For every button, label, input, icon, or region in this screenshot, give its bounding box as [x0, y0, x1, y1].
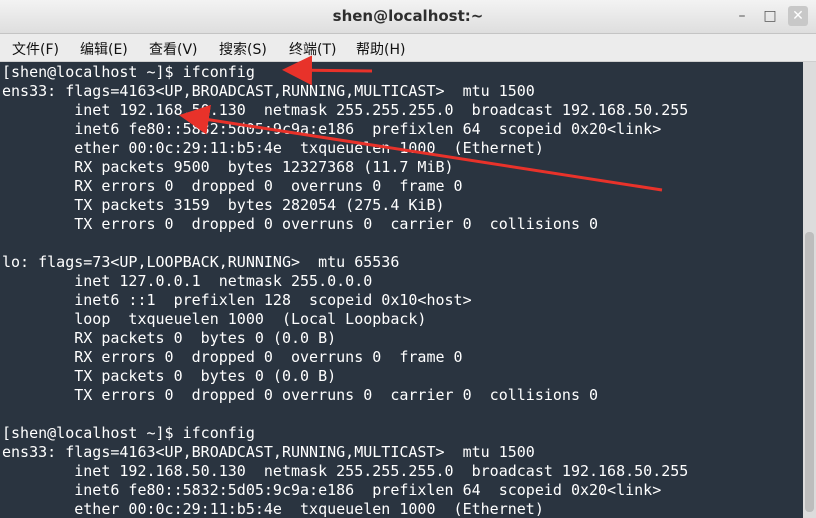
- terminal-line: inet6 fe80::5832:5d05:9c9a:e186 prefixle…: [2, 481, 662, 499]
- terminal-line: TX errors 0 dropped 0 overruns 0 carrier…: [2, 215, 599, 233]
- terminal-line: RX errors 0 dropped 0 overruns 0 frame 0: [2, 348, 463, 366]
- terminal-line: ens33: flags=4163<UP,BROADCAST,RUNNING,M…: [2, 443, 535, 461]
- terminal-line: inet 192.168.50.130 netmask 255.255.255.…: [2, 101, 689, 119]
- terminal-line: RX packets 9500 bytes 12327368 (11.7 MiB…: [2, 158, 454, 176]
- terminal-line: inet 192.168.50.130 netmask 255.255.255.…: [2, 462, 689, 480]
- terminal-line: RX packets 0 bytes 0 (0.0 B): [2, 329, 337, 347]
- terminal-line: [shen@localhost ~]$ ifconfig: [2, 424, 255, 442]
- terminal-line: TX errors 0 dropped 0 overruns 0 carrier…: [2, 386, 599, 404]
- terminal-line: inet 127.0.0.1 netmask 255.0.0.0: [2, 272, 373, 290]
- close-icon[interactable]: ✕: [788, 6, 808, 26]
- terminal-line: ether 00:0c:29:11:b5:4e txqueuelen 1000 …: [2, 500, 544, 518]
- menu-file[interactable]: 文件(F): [12, 39, 59, 59]
- menu-search[interactable]: 搜索(S): [219, 39, 267, 59]
- terminal-line: TX packets 0 bytes 0 (0.0 B): [2, 367, 337, 385]
- scrollbar-thumb[interactable]: [805, 232, 814, 512]
- terminal-line: ether 00:0c:29:11:b5:4e txqueuelen 1000 …: [2, 139, 544, 157]
- terminal-line: lo: flags=73<UP,LOOPBACK,RUNNING> mtu 65…: [2, 253, 400, 271]
- menu-view[interactable]: 查看(V): [149, 39, 198, 59]
- scrollbar[interactable]: [803, 62, 816, 518]
- terminal-line: loop txqueuelen 1000 (Local Loopback): [2, 310, 427, 328]
- terminal-line: inet6 fe80::5832:5d05:9c9a:e186 prefixle…: [2, 120, 662, 138]
- terminal-line: RX errors 0 dropped 0 overruns 0 frame 0: [2, 177, 463, 195]
- menu-help[interactable]: 帮助(H): [356, 39, 405, 59]
- menu-edit[interactable]: 编辑(E): [80, 39, 128, 59]
- terminal-output[interactable]: [shen@localhost ~]$ ifconfig ens33: flags…: [0, 62, 803, 518]
- menu-terminal[interactable]: 终端(T): [289, 39, 336, 59]
- minimize-icon[interactable]: –: [732, 6, 752, 26]
- terminal-line: TX packets 3159 bytes 282054 (275.4 KiB): [2, 196, 445, 214]
- terminal-line: inet6 ::1 prefixlen 128 scopeid 0x10<hos…: [2, 291, 472, 309]
- terminal-text: [shen@localhost ~]$ ifconfig ens33: flags…: [2, 63, 688, 518]
- window-titlebar[interactable]: shen@localhost:~ – □ ✕: [0, 0, 816, 34]
- maximize-icon[interactable]: □: [760, 6, 780, 26]
- menu-bar: 文件(F) 编辑(E) 查看(V) 搜索(S) 终端(T) 帮助(H): [0, 34, 816, 62]
- window-title: shen@localhost:~: [332, 7, 484, 25]
- terminal-line: [shen@localhost ~]$ ifconfig: [2, 63, 255, 81]
- terminal-line: ens33: flags=4163<UP,BROADCAST,RUNNING,M…: [2, 82, 535, 100]
